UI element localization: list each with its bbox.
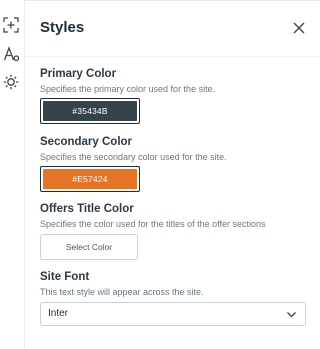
styles-panel: Styles Primary Color Specifies the prima…: [24, 0, 320, 349]
close-icon[interactable]: [292, 21, 306, 35]
panel-title: Styles: [40, 19, 85, 36]
font-style-icon[interactable]: [2, 45, 20, 63]
secondary-color-description: Specifies the secondary color used for t…: [40, 152, 227, 162]
gear-icon[interactable]: [2, 73, 20, 91]
chevron-down-icon: [286, 309, 297, 320]
secondary-color-picker[interactable]: #E57424: [40, 166, 140, 192]
primary-color-label: Primary Color: [40, 68, 117, 80]
offers-title-color-label: Offers Title Color: [40, 203, 134, 215]
site-font-label: Site Font: [40, 271, 90, 283]
panel-header: Styles: [24, 0, 320, 57]
secondary-color-label: Secondary Color: [40, 136, 133, 148]
primary-color-description: Specifies the primary color used for the…: [40, 84, 216, 94]
primary-color-picker[interactable]: #35434B: [40, 98, 140, 124]
select-color-button[interactable]: Select Color: [40, 234, 138, 260]
site-font-description: This text style will appear across the s…: [40, 287, 204, 297]
site-font-select[interactable]: Inter: [40, 302, 306, 326]
crop-add-icon[interactable]: [2, 16, 20, 34]
primary-color-swatch: #35434B: [43, 101, 137, 121]
offers-title-color-description: Specifies the color used for the titles …: [40, 219, 266, 229]
site-font-value: Inter: [48, 308, 69, 319]
secondary-color-swatch: #E57424: [43, 169, 137, 189]
tool-rail: [0, 0, 25, 349]
